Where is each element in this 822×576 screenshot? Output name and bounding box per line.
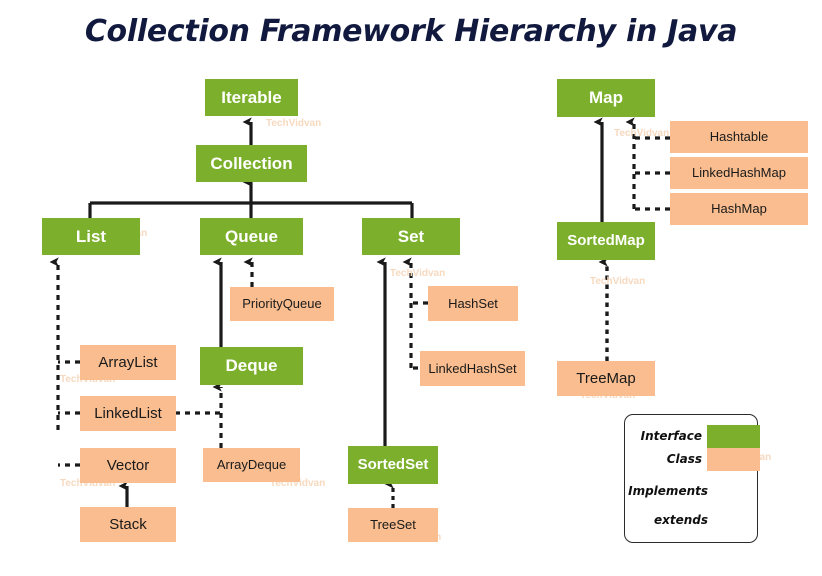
node-treeset[interactable]: TreeSet [348, 508, 438, 542]
legend-interface-swatch [707, 425, 760, 448]
watermark: TechVidvan [590, 276, 646, 287]
legend-class-label: Class [666, 452, 702, 466]
node-treemap[interactable]: TreeMap [557, 361, 655, 396]
node-deque[interactable]: Deque [200, 347, 303, 385]
node-priorityqueue[interactable]: PriorityQueue [230, 287, 334, 321]
node-collection[interactable]: Collection [196, 145, 307, 182]
node-sortedset[interactable]: SortedSet [348, 446, 438, 484]
node-stack[interactable]: Stack [80, 507, 176, 542]
legend-class-swatch [707, 448, 760, 471]
node-linkedhashmap[interactable]: LinkedHashMap [670, 157, 808, 189]
node-hashtable[interactable]: Hashtable [670, 121, 808, 153]
node-arraylist[interactable]: ArrayList [80, 345, 176, 380]
watermark: TechVidvan [390, 268, 446, 279]
watermark: TechVidvan [614, 128, 670, 139]
node-sortedmap[interactable]: SortedMap [557, 222, 655, 260]
node-list[interactable]: List [42, 218, 140, 255]
node-queue[interactable]: Queue [200, 218, 303, 255]
legend-extends-label: extends [653, 513, 708, 527]
node-linkedhashset[interactable]: LinkedHashSet [420, 351, 525, 386]
node-iterable[interactable]: Iterable [205, 79, 298, 116]
node-set[interactable]: Set [362, 218, 460, 255]
legend-implements-label: Implements [628, 484, 708, 498]
node-linkedlist[interactable]: LinkedList [80, 396, 176, 431]
node-map[interactable]: Map [557, 79, 655, 117]
page-title: Collection Framework Hierarchy in Java [84, 14, 738, 49]
diagram-canvas: Collection Framework Hierarchy in Java T… [0, 0, 822, 576]
node-hashset[interactable]: HashSet [428, 286, 518, 321]
node-vector[interactable]: Vector [80, 448, 176, 483]
watermark: TechVidvan [266, 118, 322, 129]
node-hashmap[interactable]: HashMap [670, 193, 808, 225]
node-arraydeque[interactable]: ArrayDeque [203, 448, 300, 482]
legend-interface-label: Interface [640, 429, 702, 443]
